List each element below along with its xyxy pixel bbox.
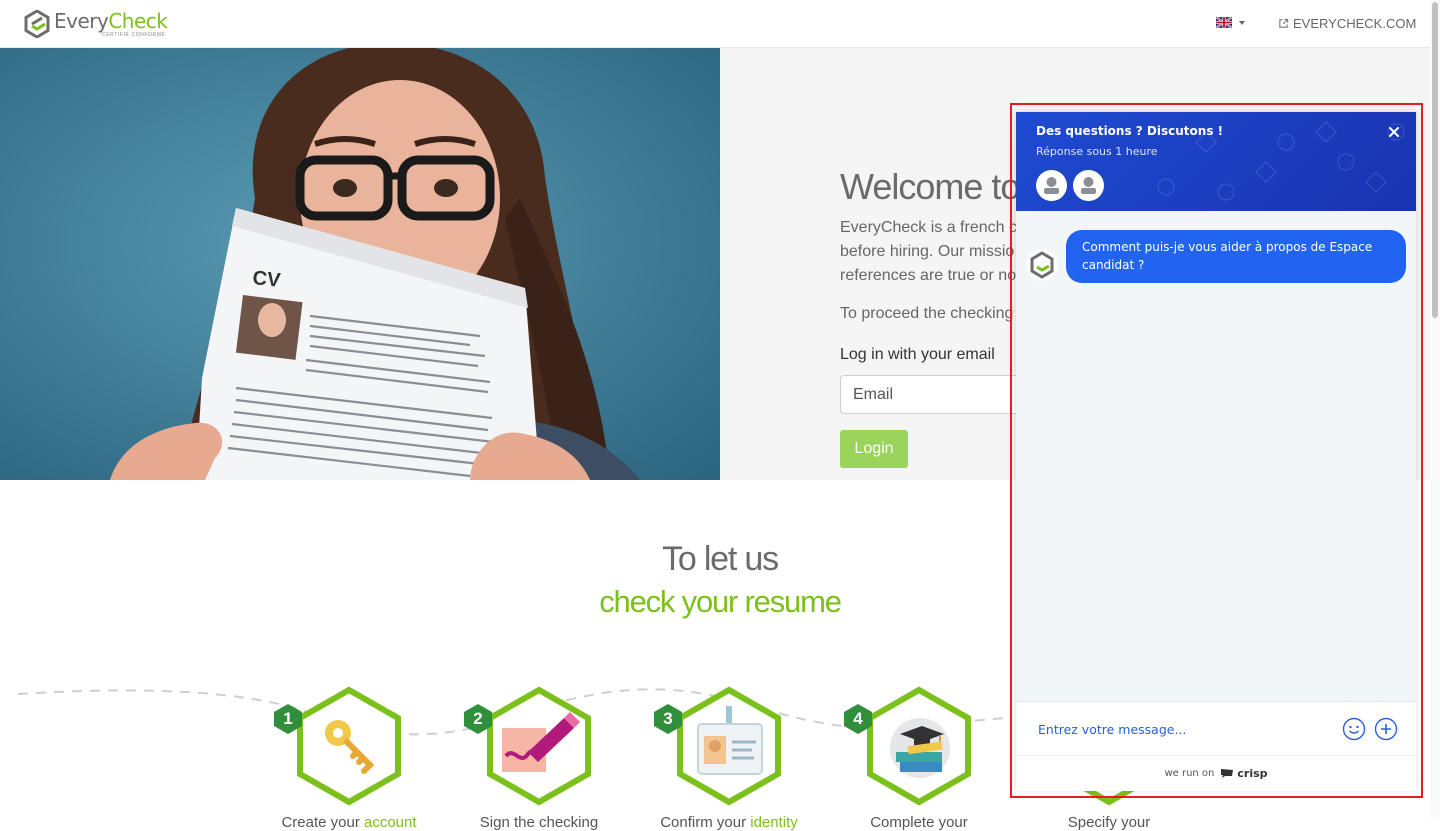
step-2-label: Sign the checking (479, 814, 599, 831)
step-3-hexagon (677, 686, 781, 806)
hero-proceed-text: To proceed the checking (840, 305, 1014, 322)
graduation-books-icon (890, 718, 950, 778)
uk-flag-icon (1216, 17, 1232, 28)
page-scrollbar[interactable] (1430, 0, 1440, 820)
step-1-label: Create your account (281, 814, 417, 831)
hero-photo: CV (0, 48, 720, 480)
everycheck-website-link[interactable]: EVERYCHECK.COM (1278, 16, 1416, 31)
crisp-logo-icon (1221, 769, 1234, 778)
step-3-label: Confirm your identity (660, 814, 798, 831)
agent-avatar (1036, 170, 1067, 201)
everycheck-logo-icon (1030, 251, 1054, 279)
step-5-label: Specify your (1067, 814, 1151, 831)
crisp-chat-widget: Des questions ? Discutons ! Réponse sous… (1016, 112, 1416, 791)
user-avatar-icon (1074, 171, 1103, 200)
chat-messages: Comment puis-je vous aider à propos de E… (1016, 211, 1416, 701)
step-1-hexagon (297, 686, 401, 806)
emoji-icon[interactable] (1342, 717, 1366, 741)
user-avatar-icon (1037, 171, 1066, 200)
bot-avatar (1026, 249, 1058, 281)
step-4-number: 4 (844, 704, 872, 734)
chat-compose-bar (1016, 701, 1416, 756)
step-4-hexagon (867, 686, 971, 806)
cv-paper-label: CV (251, 267, 282, 292)
external-link-label: EVERYCHECK.COM (1293, 16, 1417, 31)
add-attachment-icon[interactable] (1374, 717, 1398, 741)
everycheck-logo[interactable]: EveryCheck CERTIFIÉ CONFORME (24, 8, 168, 38)
chat-message-bubble: Comment puis-je vous aider à propos de E… (1066, 230, 1406, 283)
top-navbar: EveryCheck CERTIFIÉ CONFORME EVERYCHECK.… (0, 0, 1440, 48)
step-1-number: 1 (274, 704, 302, 734)
step-2-number: 2 (464, 704, 492, 734)
close-icon[interactable] (1386, 124, 1402, 140)
chat-footer[interactable]: we run on crisp (1016, 755, 1416, 791)
logo-tagline: CERTIFIÉ CONFORME (102, 31, 166, 38)
logo-hexagon-icon (24, 10, 50, 38)
chevron-down-icon (1239, 20, 1245, 25)
step-4-label: Complete your (870, 814, 968, 831)
step-1[interactable]: 1 Create your account (274, 686, 424, 831)
step-3[interactable]: 3 Confirm your identity (654, 686, 804, 831)
scrollbar-thumb[interactable] (1432, 2, 1438, 318)
hero-title: Welcome to (840, 166, 1020, 207)
step-3-number: 3 (654, 704, 682, 734)
logo-wordmark: EveryCheck (54, 8, 168, 33)
crisp-brand: crisp (1220, 767, 1268, 780)
woman-holding-cv-illustration: CV (0, 48, 720, 480)
chat-title: Des questions ? Discutons ! (1036, 124, 1224, 138)
agent-avatar (1073, 170, 1104, 201)
chat-subtitle: Réponse sous 1 heure (1036, 145, 1158, 158)
step-4[interactable]: 4 Complete your (844, 686, 994, 831)
chat-message-input[interactable] (1036, 714, 1330, 744)
login-button[interactable]: Login (840, 430, 908, 468)
chat-footer-prefix: we run on (1164, 768, 1215, 779)
step-2-hexagon (487, 686, 591, 806)
step-2[interactable]: 2 Sign the checking (464, 686, 614, 831)
language-dropdown[interactable] (1216, 17, 1245, 28)
external-link-icon (1279, 18, 1289, 28)
login-label: Log in with your email (840, 346, 995, 363)
chat-header: Des questions ? Discutons ! Réponse sous… (1016, 112, 1416, 211)
